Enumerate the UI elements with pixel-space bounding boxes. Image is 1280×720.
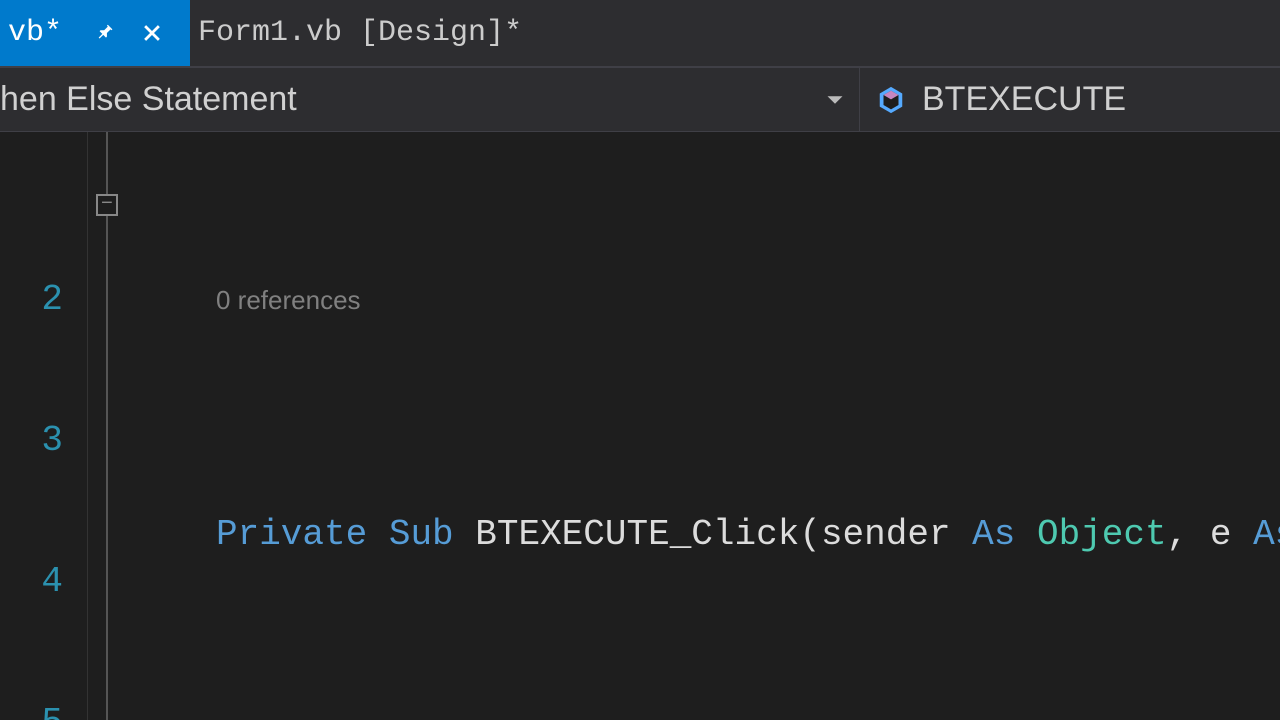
code-navigation-bar: hen Else Statement BTEXECUTE [0, 68, 1280, 132]
code-line[interactable]: Private Sub BTEXECUTE_Click(sender As Ob… [132, 511, 1280, 558]
tab-label: Form1.vb [Design]* [198, 16, 540, 50]
tab-label: vb* [8, 16, 80, 50]
method-icon [874, 83, 908, 117]
member-label: BTEXECUTE [922, 80, 1126, 119]
member-dropdown[interactable]: BTEXECUTE [860, 68, 1280, 131]
chevron-down-icon [825, 80, 845, 119]
line-number: 5 [0, 699, 63, 720]
tab-design-file[interactable]: Form1.vb [Design]* [190, 0, 558, 66]
outline-margin: − [88, 132, 132, 720]
fold-toggle-icon[interactable]: − [96, 194, 118, 216]
line-number-gutter: 2 3 4 5 6 7 8 9 10 11 12 [0, 132, 88, 720]
line-number: 4 [0, 558, 63, 605]
line-number: 3 [0, 417, 63, 464]
code-area[interactable]: 0 references Private Sub BTEXECUTE_Click… [132, 132, 1280, 720]
tab-active-file[interactable]: vb* [0, 0, 190, 66]
scope-dropdown[interactable]: hen Else Statement [0, 68, 860, 131]
tab-bar: vb* Form1.vb [Design]* [0, 0, 1280, 68]
close-icon[interactable] [132, 13, 172, 53]
fold-guide [106, 132, 108, 720]
line-number: 2 [0, 276, 63, 323]
code-editor[interactable]: 2 3 4 5 6 7 8 9 10 11 12 − 0 references … [0, 132, 1280, 720]
scope-label: hen Else Statement [0, 80, 297, 119]
codelens-references[interactable]: 0 references [132, 277, 1280, 323]
pin-icon[interactable] [86, 13, 126, 53]
